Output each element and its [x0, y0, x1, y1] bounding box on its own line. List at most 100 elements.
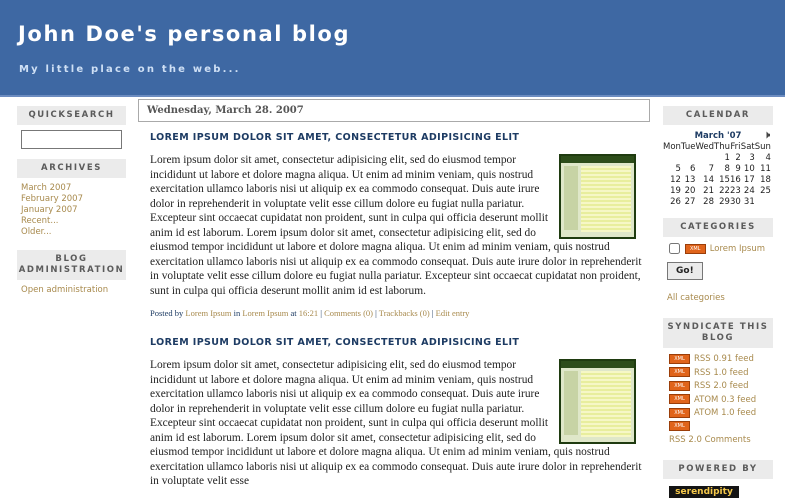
xml-badge-icon: XML: [669, 367, 690, 378]
archive-link-february-2007[interactable]: February 2007: [21, 194, 122, 205]
category-link[interactable]: Lorem Ipsum: [242, 308, 288, 318]
at-label: at: [290, 308, 297, 318]
feed-link-rss-091[interactable]: XML RSS 0.91 feed: [669, 353, 773, 367]
open-administration-link[interactable]: Open administration: [21, 285, 122, 296]
time-link[interactable]: 16:21: [299, 308, 318, 318]
calendar-day: [695, 153, 714, 164]
weekday-header: Fri: [730, 142, 741, 152]
calendar-day: [681, 153, 696, 164]
weekday-header: Mon: [663, 142, 681, 152]
calendar-week-row: 26 27 28 29 30 31: [663, 197, 771, 208]
archive-link-recent[interactable]: Recent...: [21, 216, 122, 227]
footer-separator: |: [375, 308, 377, 318]
archives-list: March 2007 February 2007 January 2007 Re…: [21, 183, 122, 238]
calendar-day: 31: [743, 197, 755, 207]
right-sidebar: CALENDAR March '07 🕨 Mon Tue Wed Thu Fri…: [663, 106, 773, 498]
calendar-day: 13: [684, 175, 696, 185]
author-link[interactable]: Lorem Ipsum: [185, 308, 231, 318]
feed-link-atom-03[interactable]: XML ATOM 0.3 feed: [669, 394, 773, 408]
calendar-day: 8: [724, 164, 730, 174]
all-categories-link[interactable]: All categories: [667, 293, 773, 304]
xml-badge-icon: XML: [669, 407, 690, 418]
calendar-day: 7: [708, 164, 714, 174]
weekday-header: Sun: [754, 142, 771, 152]
xml-badge-icon: XML: [669, 380, 690, 391]
weekday-header: Wed: [695, 142, 714, 152]
quicksearch-input[interactable]: [21, 130, 122, 149]
comments-link[interactable]: Comments (0): [324, 308, 373, 318]
calendar-day: 23: [729, 186, 741, 196]
rss-comments-link[interactable]: RSS 2.0 Comments: [669, 435, 773, 446]
feed-label: RSS 2.0 feed: [694, 381, 749, 392]
calendar-day: 29: [719, 197, 730, 207]
powered-by-heading: POWERED BY: [663, 459, 773, 479]
calendar-month-label[interactable]: March '07: [695, 131, 742, 141]
main-content: Wednesday, March 28. 2007 LOREM IPSUM DO…: [138, 99, 650, 489]
footer-separator: |: [320, 308, 322, 318]
date-header: Wednesday, March 28. 2007: [138, 99, 650, 122]
feed-list: XML RSS 0.91 feed XML RSS 1.0 feed XML RSS …: [669, 353, 773, 435]
left-sidebar: QUICKSEARCH ARCHIVES March 2007 February…: [17, 106, 126, 301]
categories-heading: CATEGORIES: [663, 218, 773, 237]
posted-by-label: Posted by: [150, 308, 184, 318]
entry: LOREM IPSUM DOLOR SIT AMET, CONSECTETUR …: [138, 132, 650, 318]
weekday-header: Sat: [740, 142, 755, 152]
trackbacks-link[interactable]: Trackbacks (0): [379, 308, 430, 318]
blog-description: My little place on the web...: [19, 64, 241, 75]
calendar-day: 18: [760, 175, 771, 185]
calendar-day: 27: [684, 197, 696, 207]
feed-label: ATOM 1.0 feed: [694, 408, 757, 419]
archives-heading: ARCHIVES: [17, 159, 126, 178]
blog-title[interactable]: John Doe's personal blog: [18, 22, 350, 46]
calendar-day: 30: [729, 197, 741, 207]
calendar-day: 3: [749, 153, 755, 163]
xml-badge-icon[interactable]: XML: [684, 243, 706, 254]
weekday-header: Tue: [680, 142, 696, 152]
calendar-day: [755, 197, 771, 208]
speaker-arrow-icon[interactable]: 🕨: [764, 130, 770, 141]
calendar-week-row: 5 6 7 8 9 10 11: [663, 164, 771, 175]
edit-entry-link[interactable]: Edit entry: [436, 308, 470, 318]
calendar-heading: CALENDAR: [663, 106, 773, 125]
blog-header: John Doe's personal blog My little place…: [0, 0, 785, 97]
calendar-weekday-row: Mon Tue Wed Thu Fri Sat Sun: [663, 142, 771, 153]
entry-title[interactable]: LOREM IPSUM DOLOR SIT AMET, CONSECTETUR …: [150, 132, 650, 143]
feed-link-comments[interactable]: XML: [669, 421, 773, 435]
calendar-month: March '07 🕨: [663, 130, 773, 141]
calendar-day: 17: [743, 175, 755, 185]
category-link-lorem-ipsum[interactable]: Lorem Ipsum: [710, 244, 765, 254]
calendar-day: 16: [729, 175, 741, 185]
calendar-day: 20: [684, 186, 696, 196]
calendar-week-row: 19 20 21 22 23 24 25: [663, 186, 771, 197]
syndicate-heading: SYNDICATE THIS BLOG: [663, 318, 773, 348]
calendar-day: 2: [735, 153, 741, 163]
feed-link-rss-20[interactable]: XML RSS 2.0 feed: [669, 380, 773, 394]
archive-link-older[interactable]: Older...: [21, 227, 122, 238]
feed-label: ATOM 0.3 feed: [694, 394, 757, 405]
archive-link-march-2007[interactable]: March 2007: [21, 183, 122, 194]
entry-footer: Posted by Lorem Ipsum in Lorem Ipsum at …: [150, 308, 650, 318]
entry-thumbnail: [559, 359, 636, 444]
blog-admin-heading-line2: ADMINISTRATION: [18, 265, 125, 275]
feed-link-atom-10[interactable]: XML ATOM 1.0 feed: [669, 407, 773, 421]
calendar-day: 6: [690, 164, 696, 174]
serendipity-logo[interactable]: serendipity: [669, 485, 739, 498]
calendar-day: 19: [670, 186, 681, 196]
entry-title[interactable]: LOREM IPSUM DOLOR SIT AMET, CONSECTETUR …: [150, 337, 650, 348]
go-button[interactable]: Go!: [667, 262, 703, 280]
xml-badge-icon: XML: [669, 353, 690, 364]
entry-body: Lorem ipsum dolor sit amet, consectetur …: [150, 358, 642, 489]
calendar-day: 22: [719, 186, 730, 196]
syndicate-heading-line1: SYNDICATE THIS: [667, 322, 769, 332]
feed-link-rss-10[interactable]: XML RSS 1.0 feed: [669, 367, 773, 381]
category-checkbox[interactable]: [669, 243, 680, 254]
calendar-day: 12: [670, 175, 681, 185]
calendar-day: 10: [743, 164, 755, 174]
calendar-day: 1: [724, 153, 730, 163]
blog-admin-heading: BLOG ADMINISTRATION: [17, 250, 126, 280]
entry-body: Lorem ipsum dolor sit amet, consectetur …: [150, 153, 642, 298]
archive-link-january-2007[interactable]: January 2007: [21, 205, 122, 216]
calendar-day: 21: [703, 186, 714, 196]
calendar-week-row: 12 13 14 15 16 17 18: [663, 175, 771, 186]
blog-admin-heading-line1: BLOG: [55, 254, 88, 264]
